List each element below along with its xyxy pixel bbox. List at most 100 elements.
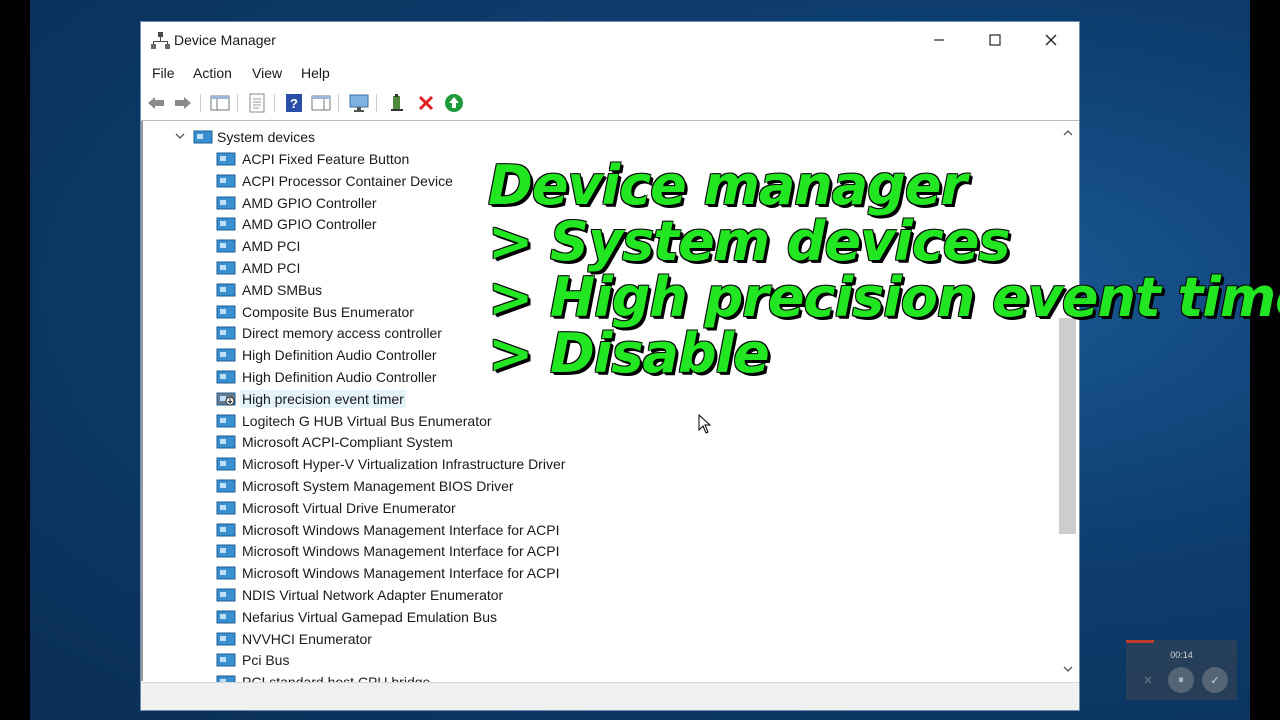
svg-text:?: ? — [290, 96, 298, 111]
menu-help[interactable]: Help — [301, 65, 330, 81]
recording-progress-bar — [1126, 640, 1154, 643]
tree-device-label: Logitech G HUB Virtual Bus Enumerator — [242, 412, 492, 429]
show-hide-console-tree-icon — [210, 95, 230, 111]
tree-device-label: Microsoft Virtual Drive Enumerator — [242, 499, 456, 516]
tree-device-label: PCI standard host CPU bridge — [240, 673, 432, 682]
device-manager-icon — [151, 32, 170, 49]
system-devices-icon — [193, 130, 213, 144]
tree-device-label: Composite Bus Enumerator — [242, 303, 414, 320]
tree-node-label: System devices — [217, 129, 316, 145]
toolbar-separator — [338, 94, 339, 112]
uninstall-device-button[interactable] — [414, 91, 438, 115]
menu-view[interactable]: View — [252, 65, 282, 81]
tree-device-label: Pci Bus — [242, 652, 290, 669]
maximize-button[interactable] — [967, 22, 1023, 58]
system-device-icon — [216, 239, 236, 253]
system-device-icon — [216, 261, 236, 275]
content-divider — [141, 120, 1079, 121]
back-button[interactable] — [144, 91, 168, 115]
properties-icon — [249, 93, 265, 113]
system-device-icon — [216, 479, 236, 493]
close-button[interactable] — [1023, 22, 1079, 58]
monitor-icon — [349, 94, 369, 112]
toolbar-separator — [237, 94, 238, 112]
chevron-down-icon[interactable] — [174, 130, 186, 142]
system-device-icon — [216, 588, 236, 602]
close-icon — [1045, 34, 1057, 46]
tree-device-label: Microsoft System Management BIOS Driver — [242, 478, 514, 494]
system-device-icon — [216, 566, 236, 580]
tree-device-label: High Definition Audio Controller — [242, 347, 437, 364]
menu-file[interactable]: File — [152, 65, 175, 81]
recording-time: 00:14 — [1170, 650, 1193, 660]
tree-device-label: Microsoft Hyper-V Virtualization Infrast… — [242, 456, 566, 473]
title-bar[interactable]: Device Manager — [141, 22, 1079, 60]
forward-button[interactable] — [171, 91, 195, 115]
pause-recording-button[interactable]: ⏸ — [1168, 667, 1194, 693]
system-device-icon — [216, 544, 236, 558]
scroll-up-arrow-icon[interactable] — [1062, 128, 1074, 138]
forward-arrow-icon — [175, 97, 191, 109]
system-device-icon — [216, 501, 236, 515]
menu-action[interactable]: Action — [193, 65, 232, 81]
tree-node-system-devices[interactable]: System devices — [143, 127, 543, 147]
uninstall-device-icon — [418, 95, 434, 111]
tree-device-label: NDIS Virtual Network Adapter Enumerator — [242, 587, 504, 603]
minimize-button[interactable] — [911, 22, 967, 58]
scroll-down-arrow-icon[interactable] — [1062, 664, 1074, 674]
system-device-icon — [216, 610, 236, 624]
tree-device-label: Nefarius Virtual Gamepad Emulation Bus — [242, 608, 497, 625]
tree-device-label: ACPI Fixed Feature Button — [242, 151, 410, 167]
system-device-icon — [216, 653, 236, 667]
tree-device-label: NVVHCI Enumerator — [242, 630, 372, 647]
system-device-icon — [216, 457, 236, 471]
back-arrow-icon — [148, 97, 164, 109]
system-device-icon — [216, 305, 236, 319]
finish-recording-button[interactable]: ✓ — [1202, 667, 1228, 693]
system-device-icon — [216, 174, 236, 188]
tree-device-label: Direct memory access controller — [242, 325, 442, 342]
mouse-cursor-icon — [698, 414, 712, 434]
tree-device-label: Microsoft Windows Management Interface f… — [242, 543, 560, 560]
window-title: Device Manager — [174, 32, 276, 48]
system-device-icon — [216, 348, 236, 362]
tree-device-label: AMD PCI — [242, 238, 301, 255]
system-device-icon — [216, 632, 236, 646]
letterbox-right — [1250, 0, 1280, 720]
toolbar: ? — [141, 88, 1079, 118]
update-driver-button[interactable] — [386, 91, 410, 115]
tree-device-label: Microsoft Windows Management Interface f… — [242, 565, 560, 582]
system-device-icon — [216, 523, 236, 537]
console-tree-button[interactable] — [208, 91, 232, 115]
overlay-line: > High precision event timer — [488, 266, 1280, 329]
tree-device-label: AMD SMBus — [242, 281, 323, 298]
toolbar-separator — [274, 94, 275, 112]
tree-device-label: ACPI Processor Container Device — [242, 172, 453, 189]
view-button[interactable] — [309, 91, 333, 115]
system-device-icon — [216, 196, 236, 210]
tree-device-label: AMD GPIO Controller — [242, 216, 377, 233]
enable-device-icon — [445, 94, 463, 112]
help-button[interactable]: ? — [282, 91, 306, 115]
tree-device-label: Microsoft Windows Management Interface f… — [242, 521, 560, 538]
tree-device-label: AMD PCI — [242, 260, 301, 276]
status-bar — [141, 682, 1079, 710]
system-device-icon — [216, 217, 236, 231]
toolbar-separator — [200, 94, 201, 112]
tree-device-label: Microsoft ACPI-Compliant System — [242, 434, 453, 451]
system-device-icon — [216, 414, 236, 428]
screen-recorder-widget: 00:14 ✕ ⏸ ✓ — [1126, 640, 1237, 700]
minimize-icon — [934, 39, 944, 41]
cancel-recording-button[interactable]: ✕ — [1135, 667, 1161, 693]
toolbar-separator — [376, 94, 377, 112]
letterbox-left — [0, 0, 30, 720]
properties-button[interactable] — [245, 91, 269, 115]
view-icon — [311, 95, 331, 111]
system-device-icon — [216, 435, 236, 449]
disabled-device-icon — [216, 392, 236, 406]
tree-device-label: High Definition Audio Controller — [242, 369, 437, 385]
enable-device-button[interactable] — [442, 91, 466, 115]
maximize-icon — [989, 34, 1001, 46]
tree-device-label: AMD GPIO Controller — [242, 194, 377, 211]
scan-hardware-button[interactable] — [347, 91, 371, 115]
